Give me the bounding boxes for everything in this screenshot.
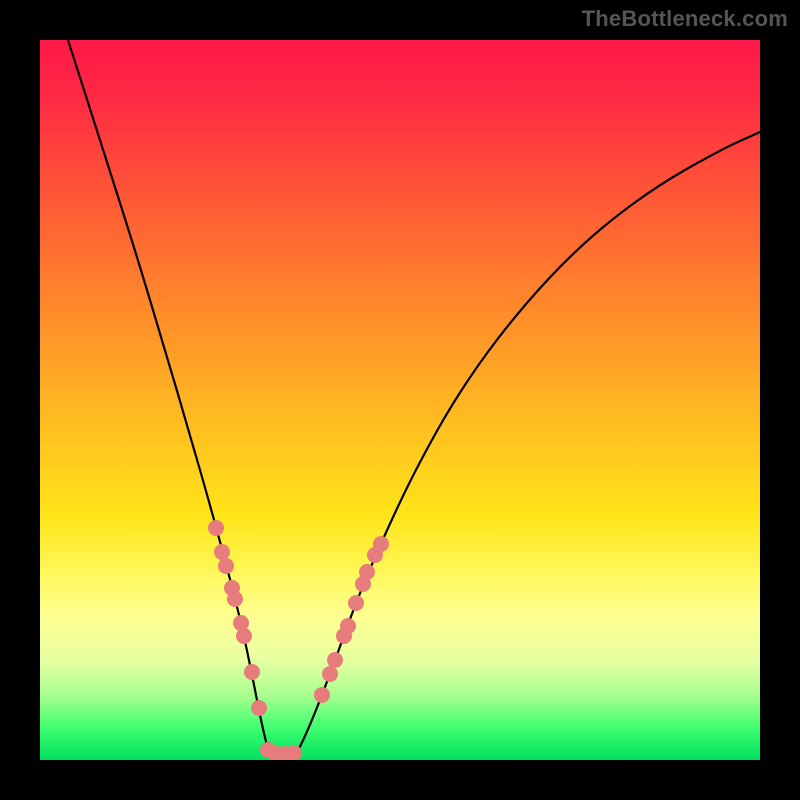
data-point bbox=[373, 536, 389, 552]
watermark-text: TheBottleneck.com bbox=[582, 6, 788, 32]
plot-area bbox=[40, 40, 760, 760]
data-point bbox=[227, 591, 243, 607]
data-point bbox=[236, 628, 252, 644]
data-point bbox=[340, 618, 356, 634]
markers-bottom bbox=[260, 742, 302, 760]
data-point bbox=[327, 652, 343, 668]
markers-left bbox=[208, 520, 267, 716]
chart-frame: TheBottleneck.com bbox=[0, 0, 800, 800]
data-point bbox=[214, 544, 230, 560]
data-point bbox=[314, 687, 330, 703]
curve-layer bbox=[40, 40, 760, 760]
data-point bbox=[348, 595, 364, 611]
data-point bbox=[208, 520, 224, 536]
data-point bbox=[359, 564, 375, 580]
curve-right bbox=[293, 132, 760, 759]
curve-left bbox=[68, 40, 273, 759]
data-point bbox=[322, 666, 338, 682]
data-point bbox=[244, 664, 260, 680]
markers-right bbox=[314, 536, 389, 703]
data-point bbox=[218, 558, 234, 574]
data-point bbox=[251, 700, 267, 716]
